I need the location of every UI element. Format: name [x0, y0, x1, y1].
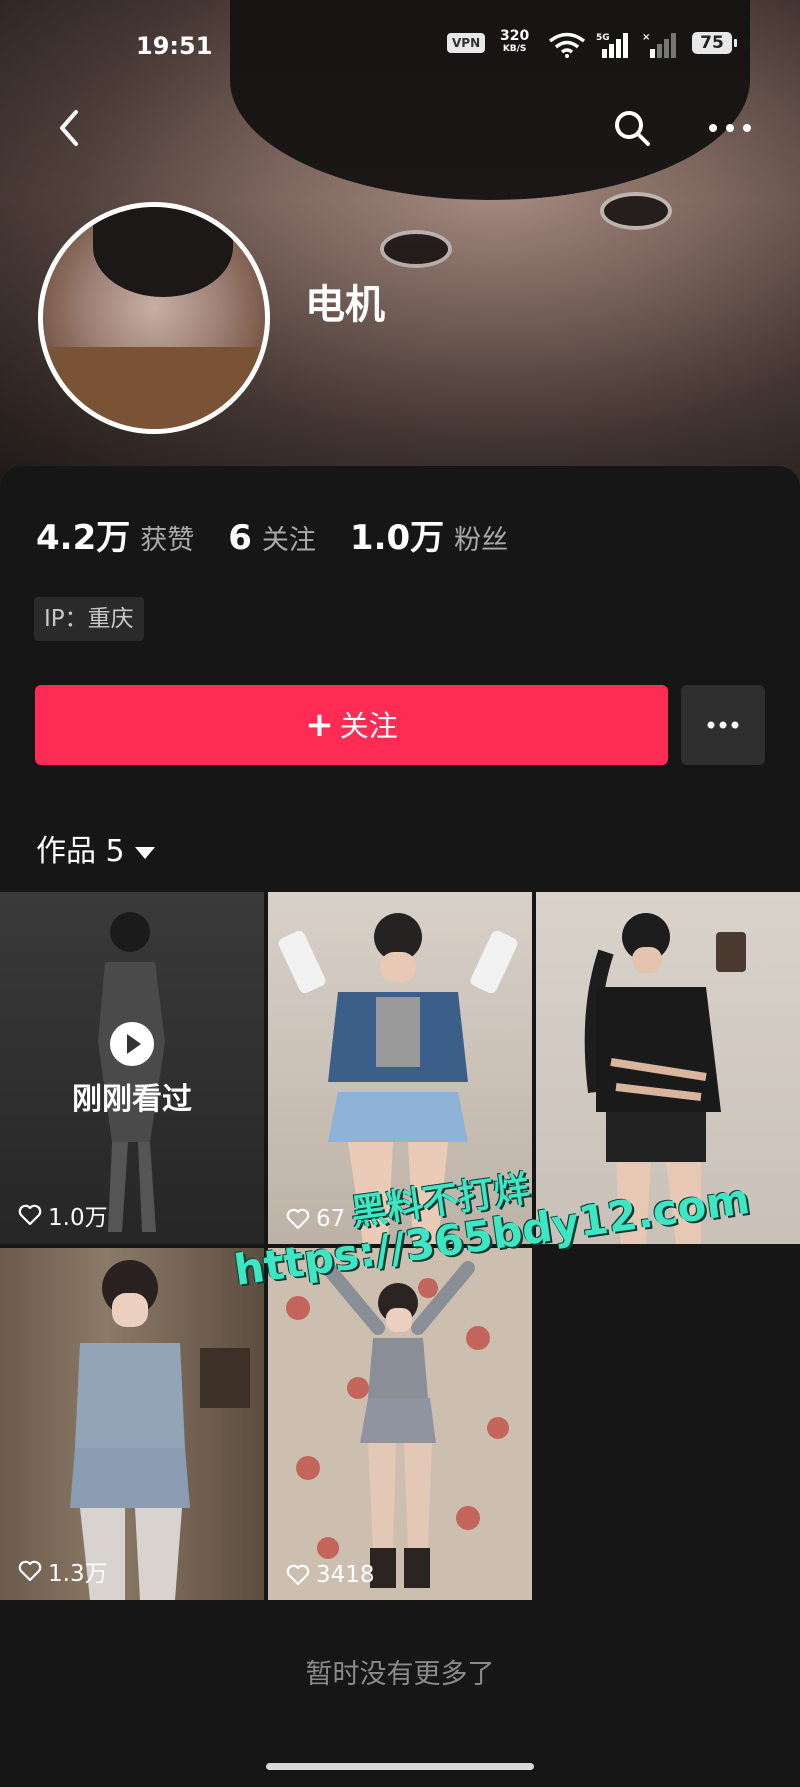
video-tile[interactable]: 3418	[268, 1248, 532, 1600]
ellipsis-icon	[707, 721, 739, 729]
stat-followers-label: 粉丝	[454, 525, 509, 556]
video-thumbnail	[286, 1261, 509, 1588]
stat-followers[interactable]: 1.0万 粉丝	[350, 510, 508, 559]
stat-following-count: 6	[228, 518, 252, 558]
stat-likes[interactable]: 4.2万 获赞	[36, 510, 194, 559]
plus-icon: +	[305, 705, 334, 745]
recently-watched-label: 刚刚看过	[72, 1082, 192, 1117]
like-count: 1.0万	[18, 1198, 108, 1232]
like-count: 3418	[286, 1562, 375, 1588]
wifi-icon	[548, 32, 586, 58]
works-tab[interactable]: 作品 5	[36, 826, 155, 870]
like-count: 1.3万	[18, 1554, 108, 1588]
avatar[interactable]	[38, 202, 270, 434]
like-count: 67	[286, 1206, 345, 1232]
follow-label: 关注	[339, 709, 398, 743]
status-bar: 19:51 VPN 320 KB/S 5G × 75	[0, 28, 800, 64]
recently-watched-overlay: 刚刚看过	[0, 1022, 264, 1118]
like-count-value: 67	[316, 1206, 346, 1232]
video-thumbnail	[70, 1260, 250, 1600]
status-time: 19:51	[136, 32, 213, 60]
stat-followers-count: 1.0万	[349, 518, 445, 558]
vpn-badge: VPN	[447, 33, 486, 53]
like-count-value: 3418	[316, 1562, 375, 1588]
more-actions-button[interactable]	[681, 685, 765, 765]
heart-icon	[18, 1204, 42, 1226]
ip-location-tag: IP：重庆	[34, 597, 144, 641]
stat-following[interactable]: 6 关注	[228, 518, 316, 558]
signal-icon: ×	[642, 32, 676, 58]
back-arrow-icon[interactable]	[50, 106, 90, 150]
heart-icon	[286, 1564, 310, 1586]
stat-likes-label: 获赞	[140, 525, 195, 556]
heart-icon	[286, 1208, 310, 1230]
follow-button[interactable]: + 关注	[35, 685, 668, 765]
play-icon	[110, 1022, 154, 1066]
more-options-icon[interactable]	[703, 106, 757, 150]
caret-down-icon	[134, 846, 155, 859]
home-indicator[interactable]	[266, 1763, 534, 1770]
network-speed: 320 KB/S	[500, 28, 530, 56]
svg-text:×: ×	[642, 32, 650, 43]
nickname: 电机	[305, 282, 385, 328]
profile-stats: 4.2万 获赞 6 关注 1.0万 粉丝	[36, 510, 542, 559]
video-tile[interactable]: 刚刚看过 1.0万	[0, 892, 264, 1244]
battery-icon: 75	[692, 32, 737, 54]
network-speed-value: 320	[500, 28, 530, 44]
works-label: 作品 5	[36, 834, 125, 869]
like-count-value: 1.0万	[48, 1205, 108, 1231]
search-icon[interactable]	[610, 106, 654, 150]
no-more-content-label: 暂时没有更多了	[305, 1659, 495, 1690]
video-tile[interactable]: 1.3万	[0, 1248, 264, 1600]
stat-following-label: 关注	[261, 525, 316, 556]
svg-text:5G: 5G	[596, 33, 610, 43]
stat-likes-count: 4.2万	[36, 518, 131, 558]
signal-5g-icon: 5G	[596, 33, 628, 58]
heart-icon	[18, 1560, 42, 1582]
like-count-value: 1.3万	[48, 1561, 108, 1587]
network-speed-unit: KB/S	[502, 44, 527, 54]
